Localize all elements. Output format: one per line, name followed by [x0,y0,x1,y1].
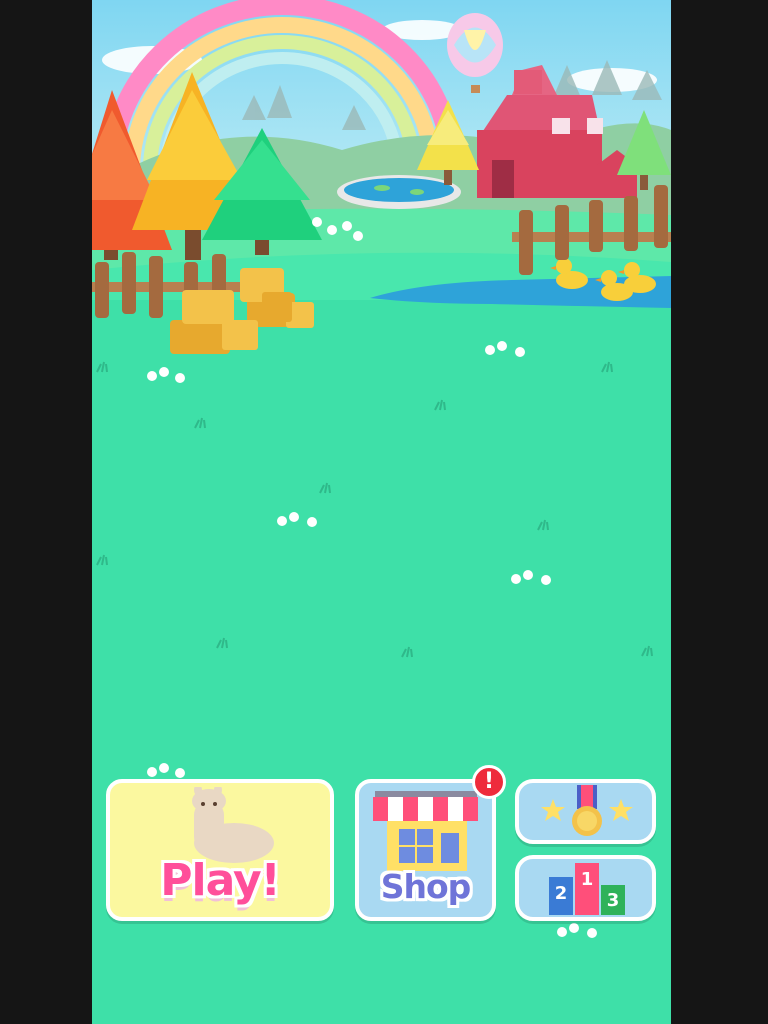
star-icon [609,799,633,821]
star-icon [541,799,565,821]
notification-badge-icon: ! [472,765,506,799]
play-label: Play! [160,855,280,906]
game-screen: Play! Shop ! 2 1 3 [0,0,768,1024]
shop-button[interactable]: Shop [355,779,496,921]
alpaca-icon [192,787,274,863]
podium-third-label: 3 [607,890,620,911]
left-letterbox [0,0,92,1024]
achievements-button[interactable] [515,779,656,844]
play-button[interactable]: Play! [106,779,334,921]
pond-icon [337,175,461,209]
podium-first-label: 1 [581,869,594,890]
farm-scene: Play! Shop ! 2 1 3 [92,0,671,1024]
podium-icon: 2 1 3 [549,863,625,915]
storefront-icon [373,791,478,871]
right-letterbox [671,0,768,1024]
shop-label: Shop [380,867,472,906]
podium-second-label: 2 [555,883,568,904]
medal-icon [541,785,633,836]
leaderboard-button[interactable]: 2 1 3 [515,855,656,921]
